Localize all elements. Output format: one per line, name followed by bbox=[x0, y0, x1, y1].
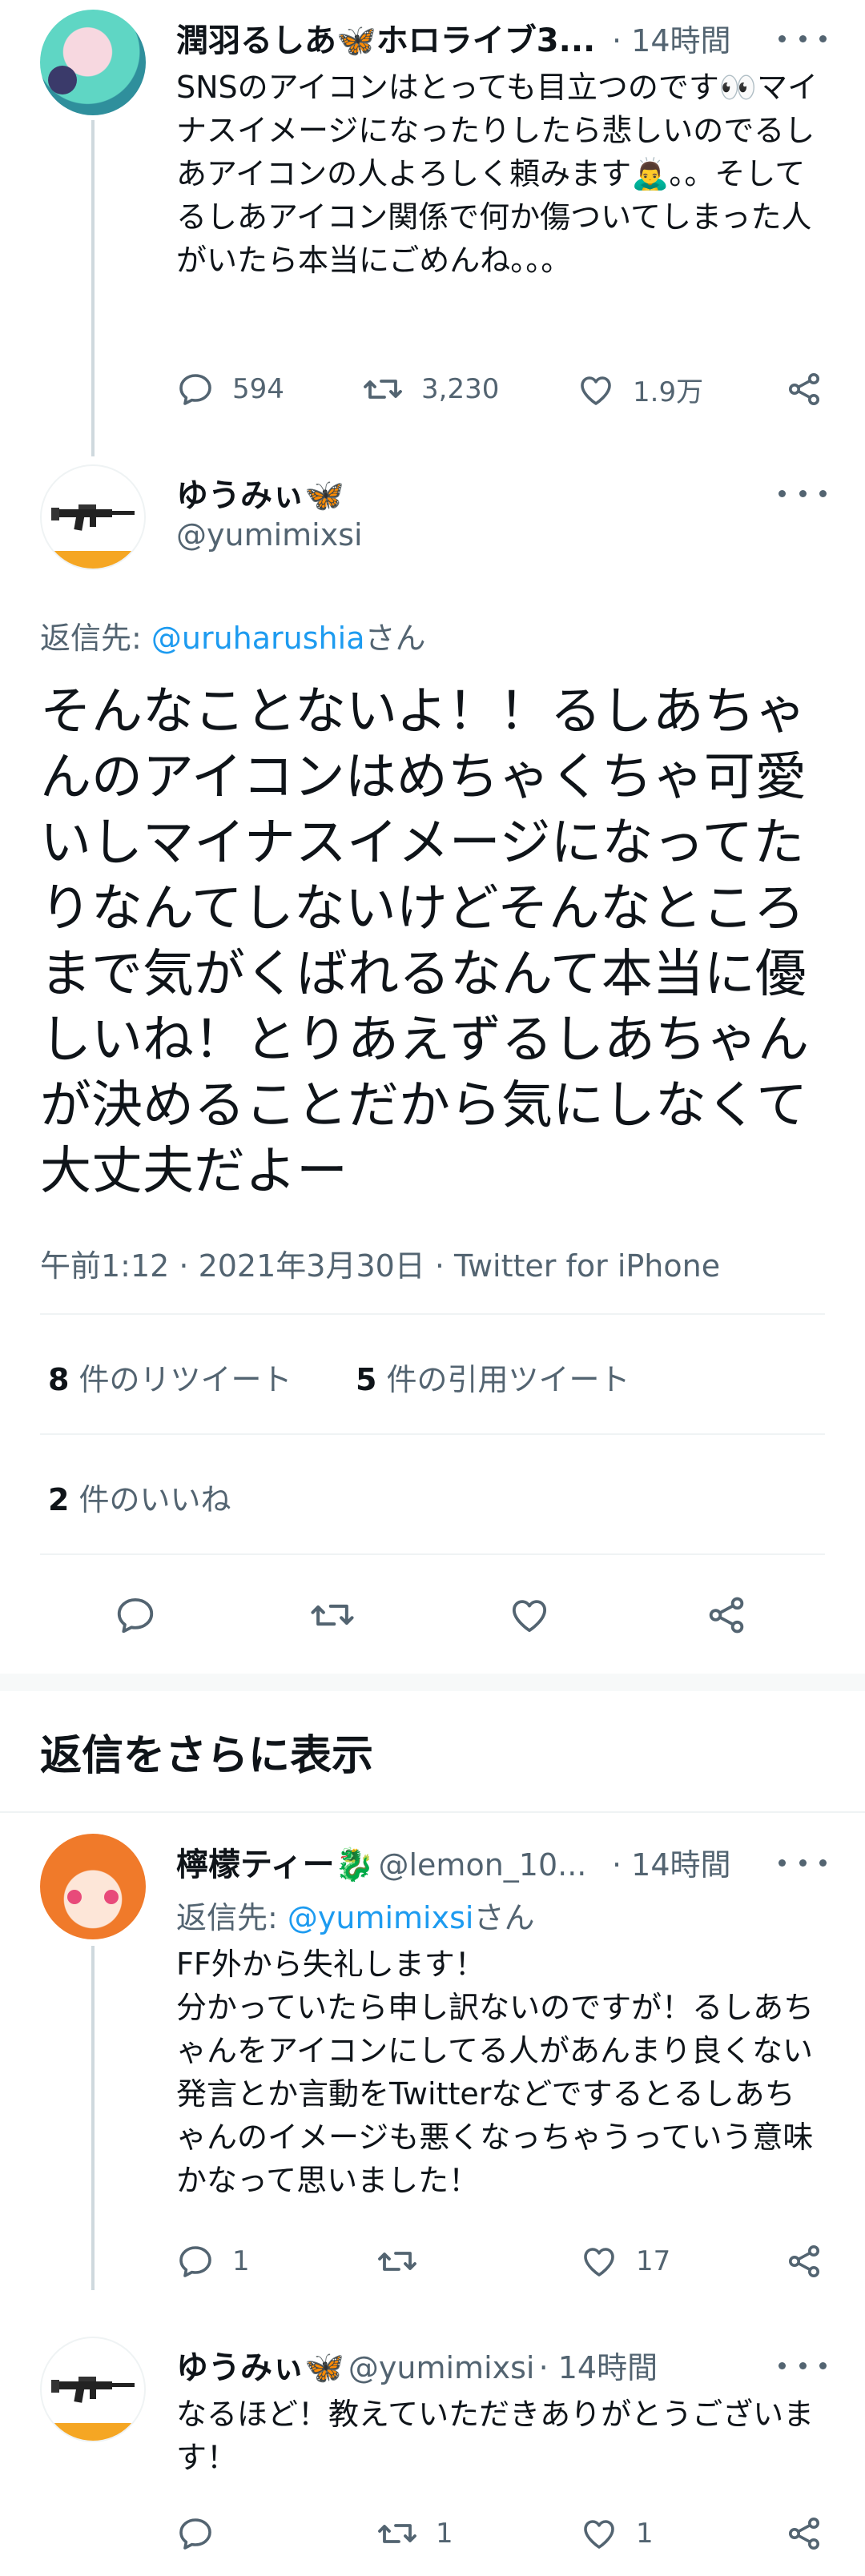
reply-to: 返信先: @uruharushiaさん bbox=[40, 613, 426, 657]
author-handle[interactable]: @yumimixsi bbox=[348, 2350, 535, 2385]
tweet-meta[interactable]: 午前1:12 · 2021年3月30日 · Twitter for iPhone bbox=[40, 1241, 720, 1285]
avatar-banner bbox=[42, 551, 144, 569]
quote-stat-count: 5 bbox=[356, 1362, 377, 1397]
thread-line bbox=[91, 1946, 95, 2290]
retweet-button[interactable] bbox=[309, 1593, 356, 1637]
thread-line bbox=[91, 120, 95, 456]
quote-stat-label: 件の引用ツイート bbox=[376, 1362, 630, 1397]
share-icon bbox=[709, 1597, 744, 1634]
more-icon[interactable] bbox=[778, 1855, 827, 1871]
reply-header: 檸檬ティー🐉 @lemon_10... bbox=[176, 1839, 586, 1885]
like-count: 17 bbox=[636, 2245, 671, 2277]
reply-icon bbox=[179, 374, 211, 405]
more-icon[interactable] bbox=[778, 485, 827, 501]
like-icon bbox=[584, 2248, 614, 2277]
reply-count: 1 bbox=[232, 2245, 250, 2277]
share-icon bbox=[789, 373, 819, 405]
avatar-bow bbox=[48, 66, 77, 94]
reply-to: 返信先: @yumimixsiさん bbox=[176, 1893, 534, 1937]
share-button[interactable] bbox=[785, 2242, 823, 2281]
author-handle[interactable]: @yumimixsi bbox=[176, 517, 363, 553]
author-name[interactable]: ゆうみぃ🦋 bbox=[176, 469, 344, 516]
author-handle[interactable]: @lemon_10... bbox=[379, 1847, 587, 1883]
retweet-icon bbox=[378, 2524, 416, 2543]
more-icon[interactable] bbox=[778, 30, 827, 46]
like-button[interactable] bbox=[508, 1593, 551, 1637]
reply-icon bbox=[117, 1597, 154, 1634]
reply-icon bbox=[179, 2246, 211, 2277]
avatar-eye bbox=[104, 1890, 119, 1904]
share-button[interactable] bbox=[705, 1593, 748, 1637]
avatar[interactable] bbox=[40, 10, 146, 115]
retweet-icon bbox=[378, 2252, 416, 2271]
avatar[interactable] bbox=[40, 2337, 146, 2442]
reply-button[interactable] bbox=[176, 2514, 232, 2553]
like-count: 1.9万 bbox=[633, 376, 704, 408]
retweet-button[interactable]: 1 bbox=[376, 2514, 453, 2553]
reply-count: 594 bbox=[232, 373, 284, 405]
reply-to-suffix: さん bbox=[364, 621, 426, 656]
tweet-text: なるほど！教えていただきありがとうございます！ bbox=[176, 2397, 815, 2475]
retweet-button[interactable]: 3,230 bbox=[362, 370, 499, 408]
like-icon bbox=[584, 2520, 614, 2549]
retweet-count: 1 bbox=[436, 2518, 453, 2550]
reply-button[interactable] bbox=[114, 1593, 157, 1637]
section-separator bbox=[0, 1674, 865, 1691]
tweet-text: FF外から失礼します！ 分かっていたら申し訳ないのですが！るしあちゃんをアイコン… bbox=[176, 1947, 815, 2198]
tweet-time[interactable]: · 14時間 bbox=[612, 16, 731, 60]
like-stat-label: 件のいいね bbox=[69, 1482, 231, 1517]
share-icon bbox=[789, 2245, 819, 2277]
like-count: 1 bbox=[636, 2518, 654, 2550]
reply-icon bbox=[179, 2518, 211, 2550]
tweet-text: SNSのアイコンはとっても目立つのです👀マイナスイメージになったりしたら悲しいの… bbox=[176, 70, 819, 278]
tweet-time[interactable]: · 14時間 bbox=[539, 2350, 658, 2385]
like-button[interactable]: 1 bbox=[580, 2514, 654, 2553]
reply-to-handle[interactable]: @uruharushia bbox=[151, 621, 365, 656]
retweet-count: 3,230 bbox=[421, 373, 500, 405]
reply-to-suffix: さん bbox=[473, 1900, 535, 1935]
rifle-image bbox=[51, 2377, 135, 2403]
like-stat-count: 2 bbox=[48, 1482, 70, 1517]
author-name[interactable]: 潤羽るしあ🦋ホロライブ3... bbox=[176, 14, 595, 61]
like-stat[interactable]: 2 件のいいね bbox=[48, 1475, 231, 1519]
reply-to-prefix: 返信先: bbox=[176, 1900, 288, 1935]
retweet-stat-count: 8 bbox=[48, 1362, 70, 1397]
like-icon bbox=[581, 376, 611, 405]
reply-to-prefix: 返信先: bbox=[40, 621, 151, 656]
retweet-button[interactable] bbox=[376, 2242, 436, 2281]
like-button[interactable]: 1.9万 bbox=[577, 370, 703, 409]
divider bbox=[40, 1553, 825, 1555]
avatar-eye bbox=[67, 1890, 82, 1904]
divider bbox=[40, 1433, 825, 1435]
tweet-text: そんなことないよ！！るしあちゃんのアイコンはめちゃくちゃ可愛いしマイナスイメージ… bbox=[40, 682, 809, 1201]
more-icon[interactable] bbox=[778, 2357, 827, 2373]
share-icon bbox=[789, 2518, 819, 2550]
like-icon bbox=[512, 1600, 547, 1633]
share-button[interactable] bbox=[785, 2514, 823, 2553]
avatar-banner bbox=[42, 2423, 144, 2441]
author-name[interactable]: ゆうみぃ🦋 bbox=[176, 2349, 344, 2386]
quote-stat[interactable]: 5 件の引用ツイート bbox=[356, 1355, 630, 1399]
reply-button[interactable]: 594 bbox=[176, 370, 284, 408]
rifle-image bbox=[51, 504, 135, 531]
divider bbox=[0, 1811, 865, 1813]
divider bbox=[40, 1313, 825, 1315]
reply-to-handle[interactable]: @yumimixsi bbox=[288, 1900, 474, 1935]
reply-header: ゆうみぃ🦋 @yumimixsi · 14時間 bbox=[176, 2341, 658, 2388]
share-button[interactable] bbox=[785, 370, 823, 408]
more-replies-title: 返信をさらに表示 bbox=[40, 1732, 374, 1780]
author-name[interactable]: 檸檬ティー🐉 bbox=[176, 1847, 374, 1883]
tweet-time[interactable]: · 14時間 bbox=[612, 1840, 731, 1884]
retweet-stat-label: 件のリツイート bbox=[69, 1362, 292, 1397]
avatar[interactable] bbox=[40, 1834, 146, 1939]
reply-button[interactable]: 1 bbox=[176, 2242, 250, 2281]
like-button[interactable]: 17 bbox=[580, 2242, 670, 2281]
avatar[interactable] bbox=[40, 464, 146, 570]
retweet-icon bbox=[311, 1604, 354, 1626]
retweet-stat[interactable]: 8 件のリツイート bbox=[48, 1355, 292, 1399]
retweet-icon bbox=[364, 380, 402, 399]
